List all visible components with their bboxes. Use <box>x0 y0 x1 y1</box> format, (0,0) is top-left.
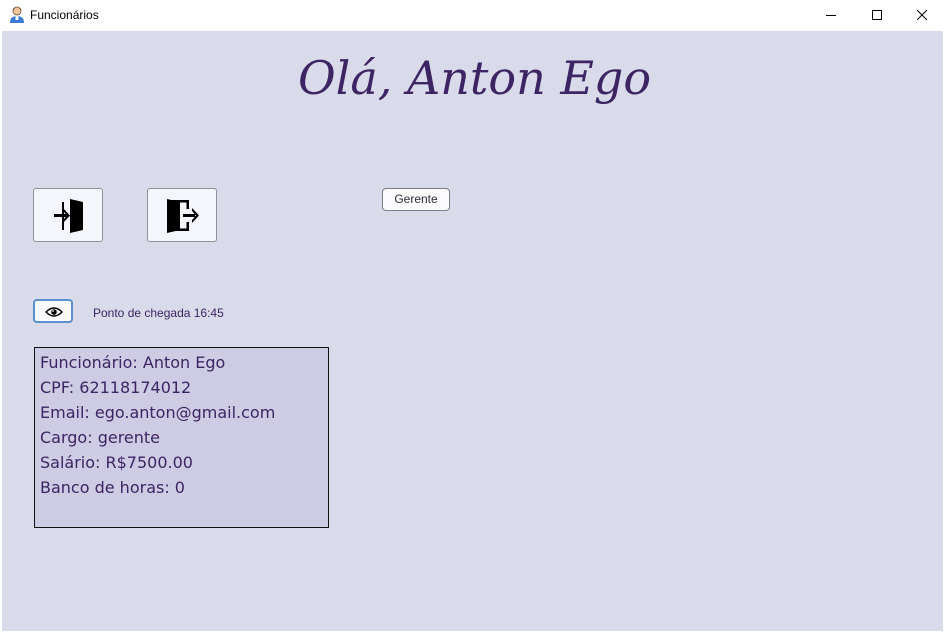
employee-name: Funcionário: Anton Ego <box>40 353 226 372</box>
toggle-info-button[interactable] <box>33 299 73 323</box>
enter-door-icon <box>54 199 83 233</box>
minimize-icon <box>826 15 836 16</box>
greeting-heading: Olá, Anton Ego <box>297 51 652 105</box>
arrival-time-label: Ponto de chegada 16:45 <box>93 306 224 320</box>
manager-button[interactable]: Gerente <box>382 188 450 211</box>
window-title: Funcionários <box>30 8 99 22</box>
maximize-button[interactable] <box>854 0 900 31</box>
minimize-button[interactable] <box>808 0 854 31</box>
employee-role: Cargo: gerente <box>40 428 161 447</box>
window-titlebar: Funcionários <box>0 0 945 31</box>
employee-cpf: CPF: 62118174012 <box>40 378 192 397</box>
employee-email: Email: ego.anton@gmail.com <box>40 403 276 422</box>
exit-door-icon <box>167 199 199 233</box>
employee-salary: Salário: R$7500.00 <box>40 453 193 472</box>
eye-icon <box>45 307 63 317</box>
user-avatar-icon <box>9 6 25 24</box>
main-panel: Olá, Anton Ego Gerente Ponto de chegada … <box>2 31 943 631</box>
close-icon <box>917 10 927 20</box>
clock-in-button[interactable] <box>33 188 103 242</box>
employee-hours-bank: Banco de horas: 0 <box>40 478 185 497</box>
employee-info-box: Funcionário: Anton Ego CPF: 62118174012 … <box>34 347 329 528</box>
maximize-icon <box>872 10 882 20</box>
clock-out-button[interactable] <box>147 188 217 242</box>
close-button[interactable] <box>899 0 945 31</box>
